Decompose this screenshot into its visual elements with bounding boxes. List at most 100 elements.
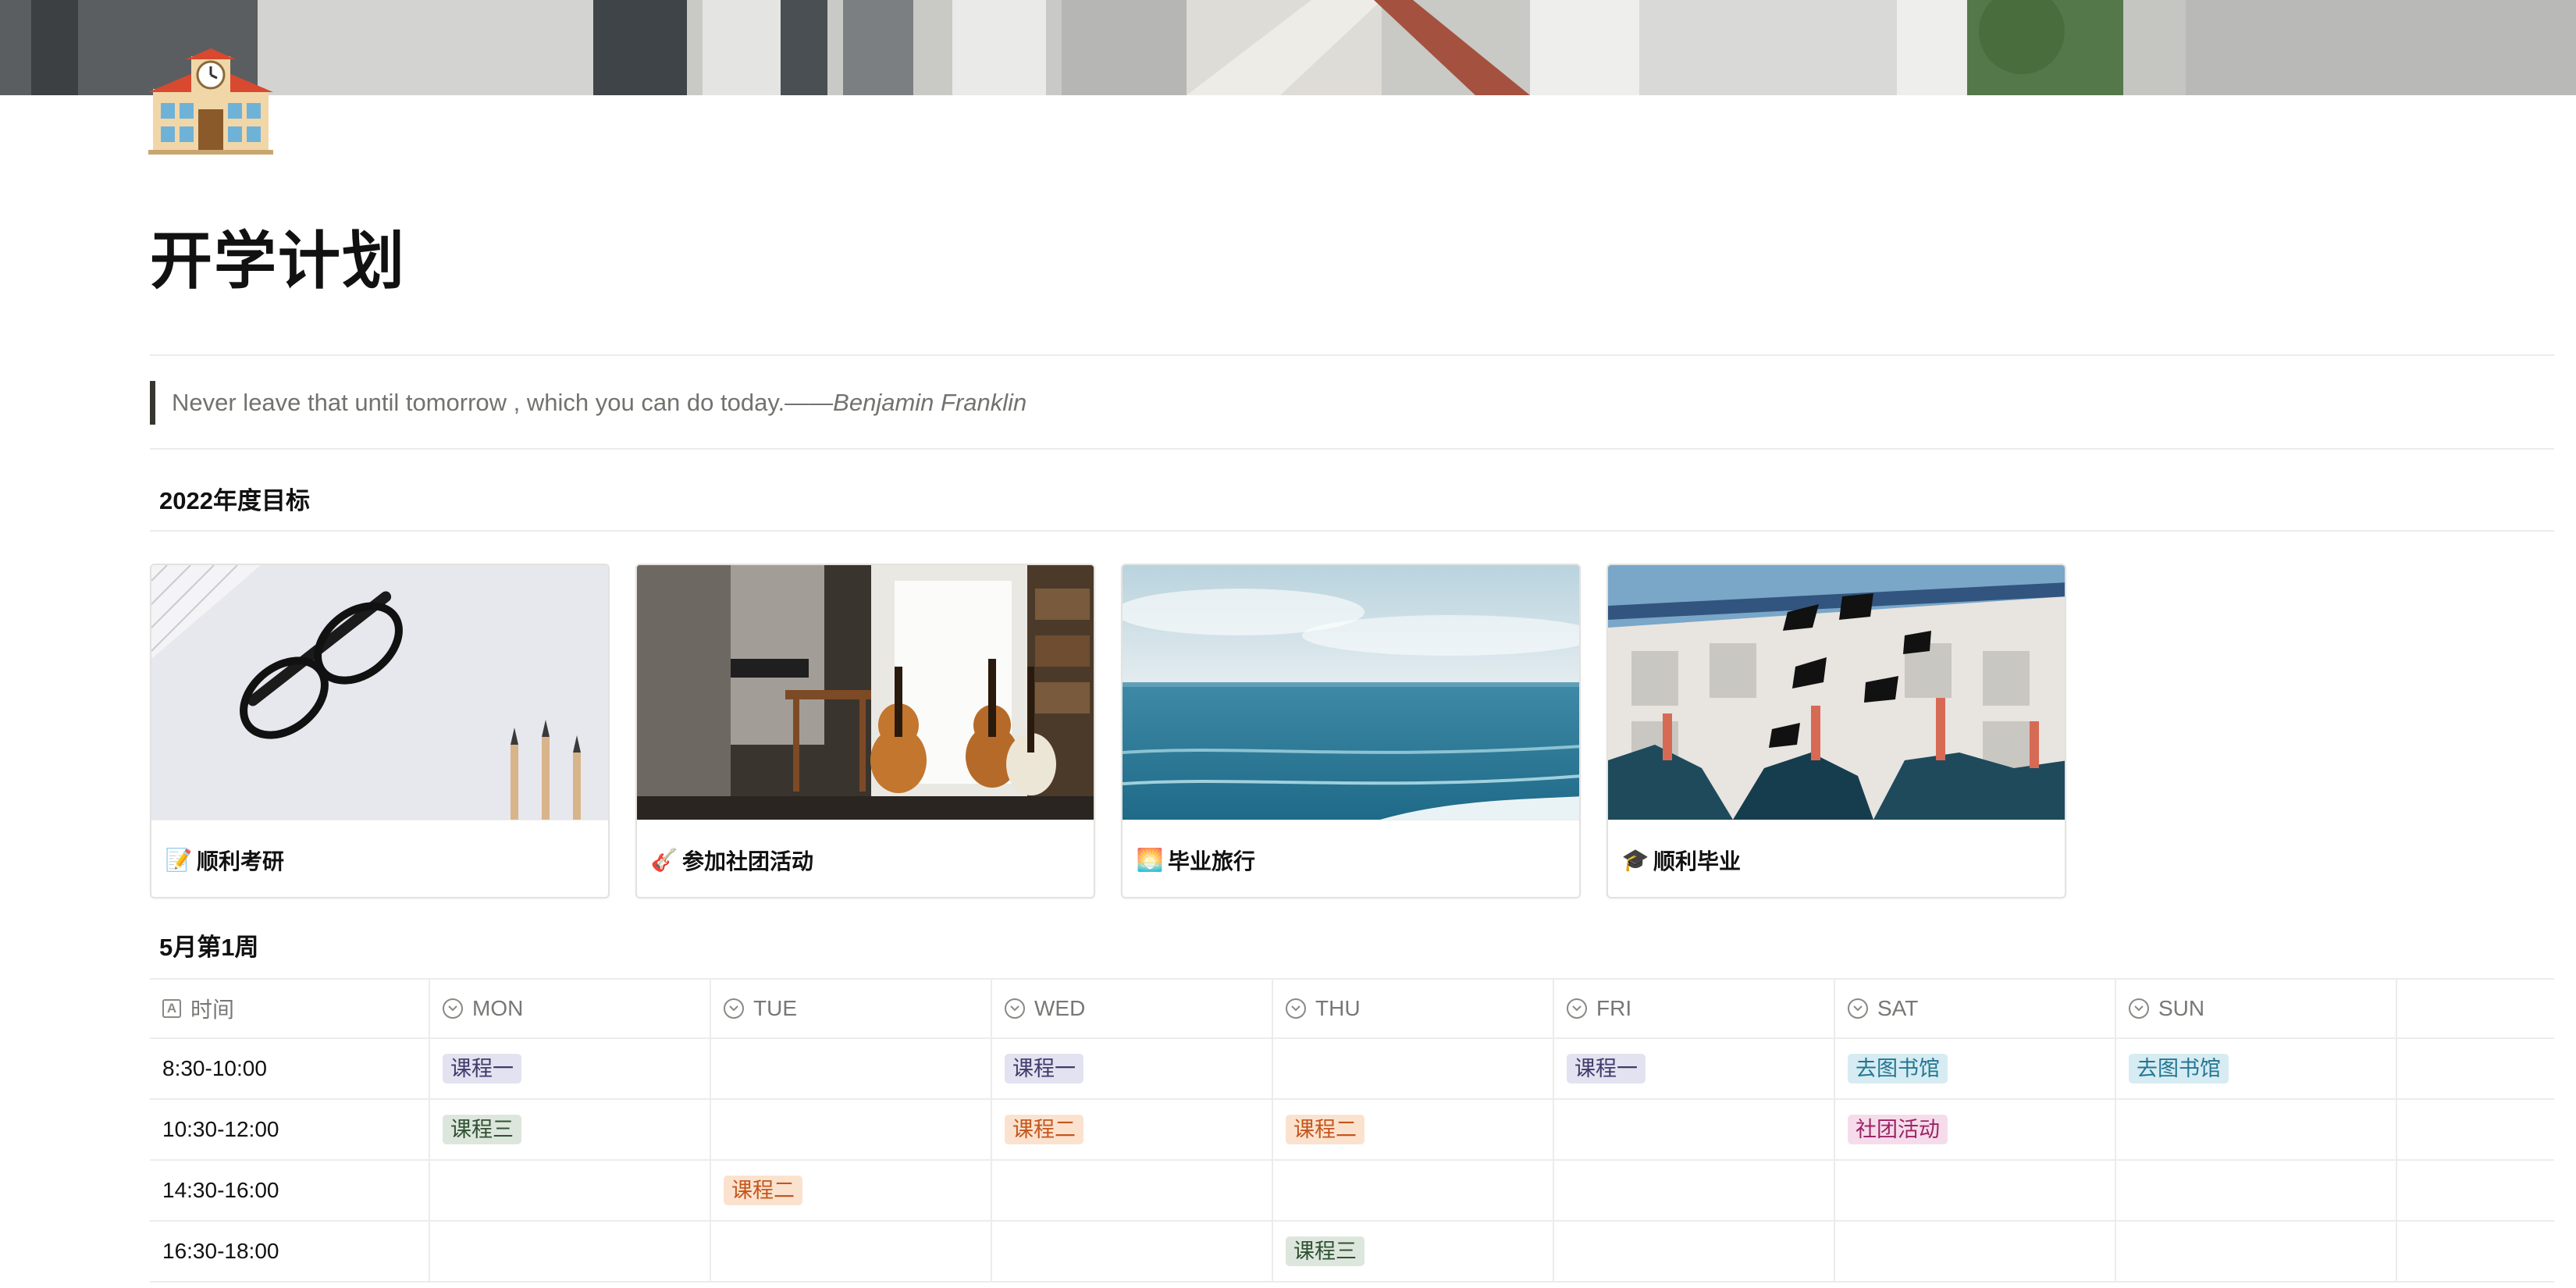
goal-card[interactable]: 🎸 参加社团活动	[635, 564, 1095, 898]
day-cell[interactable]	[1553, 1160, 1835, 1222]
select-tag[interactable]: 去图书馆	[2129, 1054, 2229, 1083]
day-cell[interactable]: 课程二	[710, 1160, 992, 1222]
goal-card[interactable]: 🌅 毕业旅行	[1121, 564, 1581, 898]
table-row[interactable]: 16:30-18:00 课程三	[150, 1221, 2554, 1283]
select-tag[interactable]: 课程一	[1567, 1054, 1646, 1083]
time-cell[interactable]: 8:30-10:00	[150, 1038, 430, 1100]
column-label: 时间	[190, 998, 235, 1022]
schedule-table: A 时间 MON TUE WED THU FRI SAT SUN 8:30-10:…	[150, 978, 2554, 1283]
select-tag[interactable]: 社团活动	[1848, 1115, 1948, 1144]
page-title[interactable]: 开学计划	[150, 219, 406, 304]
column-label: FRI	[1596, 996, 1632, 1020]
column-label: TUE	[753, 996, 797, 1020]
select-property-icon	[1567, 998, 1587, 1019]
day-cell[interactable]	[1834, 1221, 2116, 1283]
day-cell[interactable]	[1272, 1160, 1554, 1222]
select-tag[interactable]: 去图书馆	[1848, 1054, 1948, 1083]
divider	[150, 354, 2554, 356]
time-cell[interactable]: 16:30-18:00	[150, 1221, 430, 1283]
day-cell[interactable]	[2115, 1099, 2397, 1161]
select-property-icon	[1005, 998, 1025, 1019]
card-title-text: 顺利毕业	[1653, 849, 1742, 873]
time-cell[interactable]: 10:30-12:00	[150, 1099, 430, 1161]
select-tag[interactable]: 课程三	[1286, 1236, 1364, 1266]
day-cell[interactable]: 社团活动	[1834, 1099, 2116, 1161]
table-row[interactable]: 8:30-10:00 课程一 课程一 课程一 去图书馆 去图书馆	[150, 1038, 2554, 1100]
card-title[interactable]: 🎓 顺利毕业	[1608, 820, 2065, 897]
day-cell[interactable]: 课程二	[1272, 1099, 1554, 1161]
day-cell[interactable]	[1272, 1038, 1554, 1100]
day-cell[interactable]	[710, 1038, 992, 1100]
table-row[interactable]: 14:30-16:00 课程二	[150, 1160, 2554, 1222]
day-cell[interactable]: 去图书馆	[1834, 1038, 2116, 1100]
column-label: THU	[1315, 996, 1361, 1020]
day-cell[interactable]: 课程三	[429, 1099, 711, 1161]
column-header-tue[interactable]: TUE	[710, 978, 992, 1039]
empty-cell	[2396, 1038, 2554, 1100]
column-header-thu[interactable]: THU	[1272, 978, 1554, 1039]
card-title-text: 参加社团活动	[682, 849, 814, 873]
day-cell[interactable]	[429, 1160, 711, 1222]
day-cell[interactable]: 课程一	[429, 1038, 711, 1100]
time-cell[interactable]: 14:30-16:00	[150, 1160, 430, 1222]
memo-icon: 📝	[165, 848, 193, 872]
goal-card[interactable]: 📝 顺利考研	[150, 564, 610, 898]
select-property-icon	[443, 998, 463, 1019]
day-cell[interactable]	[429, 1221, 711, 1283]
quote-block[interactable]: Never leave that until tomorrow , which …	[150, 381, 1026, 425]
card-title[interactable]: 📝 顺利考研	[151, 820, 608, 897]
day-cell[interactable]: 课程一	[991, 1038, 1273, 1100]
school-building-icon[interactable]	[148, 48, 273, 158]
select-property-icon	[1286, 998, 1306, 1019]
quote-text: Never leave that until tomorrow , which …	[172, 389, 834, 416]
column-header-mon[interactable]: MON	[429, 978, 711, 1039]
day-cell[interactable]	[710, 1099, 992, 1161]
select-tag[interactable]: 课程二	[1286, 1115, 1364, 1144]
select-tag[interactable]: 课程三	[443, 1115, 521, 1144]
empty-cell	[2396, 1160, 2554, 1222]
add-column-area[interactable]	[2396, 978, 2554, 1039]
guitar-icon: 🎸	[650, 848, 678, 872]
day-cell[interactable]: 课程三	[1272, 1221, 1554, 1283]
empty-cell	[2396, 1099, 2554, 1161]
card-title[interactable]: 🌅 毕业旅行	[1123, 820, 1579, 897]
column-header-fri[interactable]: FRI	[1553, 978, 1835, 1039]
column-header-sun[interactable]: SUN	[2115, 978, 2397, 1039]
card-title[interactable]: 🎸 参加社团活动	[637, 820, 1094, 897]
select-tag[interactable]: 课程一	[443, 1054, 521, 1083]
day-cell[interactable]	[991, 1160, 1273, 1222]
select-tag[interactable]: 课程二	[1005, 1115, 1083, 1144]
divider	[150, 530, 2554, 532]
column-header-sat[interactable]: SAT	[1834, 978, 2116, 1039]
day-cell[interactable]: 去图书馆	[2115, 1038, 2397, 1100]
column-header-wed[interactable]: WED	[991, 978, 1273, 1039]
column-label: MON	[472, 996, 524, 1020]
column-label: SAT	[1877, 996, 1919, 1020]
schedule-heading[interactable]: 5月第1周	[159, 932, 258, 963]
day-cell[interactable]	[991, 1221, 1273, 1283]
goals-heading[interactable]: 2022年度目标	[159, 486, 310, 517]
page-cover-image[interactable]	[0, 0, 2576, 95]
day-cell[interactable]	[1553, 1099, 1835, 1161]
day-cell[interactable]	[1834, 1160, 2116, 1222]
table-row[interactable]: 10:30-12:00 课程三 课程二 课程二 社团活动	[150, 1099, 2554, 1161]
card-cover-image	[1123, 565, 1579, 820]
graduation-cap-icon: 🎓	[1621, 848, 1649, 872]
goal-card[interactable]: 🎓 顺利毕业	[1606, 564, 2066, 898]
day-cell[interactable]	[1553, 1221, 1835, 1283]
empty-cell	[2396, 1221, 2554, 1283]
sunset-icon: 🌅	[1136, 848, 1164, 872]
column-label: WED	[1034, 996, 1086, 1020]
text-property-icon: A	[162, 999, 181, 1018]
column-header-time[interactable]: A 时间	[150, 978, 430, 1039]
select-tag[interactable]: 课程二	[724, 1176, 802, 1205]
day-cell[interactable]	[2115, 1160, 2397, 1222]
divider	[150, 448, 2554, 450]
card-title-text: 毕业旅行	[1168, 849, 1256, 873]
day-cell[interactable]: 课程一	[1553, 1038, 1835, 1100]
day-cell[interactable]	[710, 1221, 992, 1283]
select-tag[interactable]: 课程一	[1005, 1054, 1083, 1083]
day-cell[interactable]	[2115, 1221, 2397, 1283]
card-cover-image	[1608, 565, 2065, 820]
day-cell[interactable]: 课程二	[991, 1099, 1273, 1161]
